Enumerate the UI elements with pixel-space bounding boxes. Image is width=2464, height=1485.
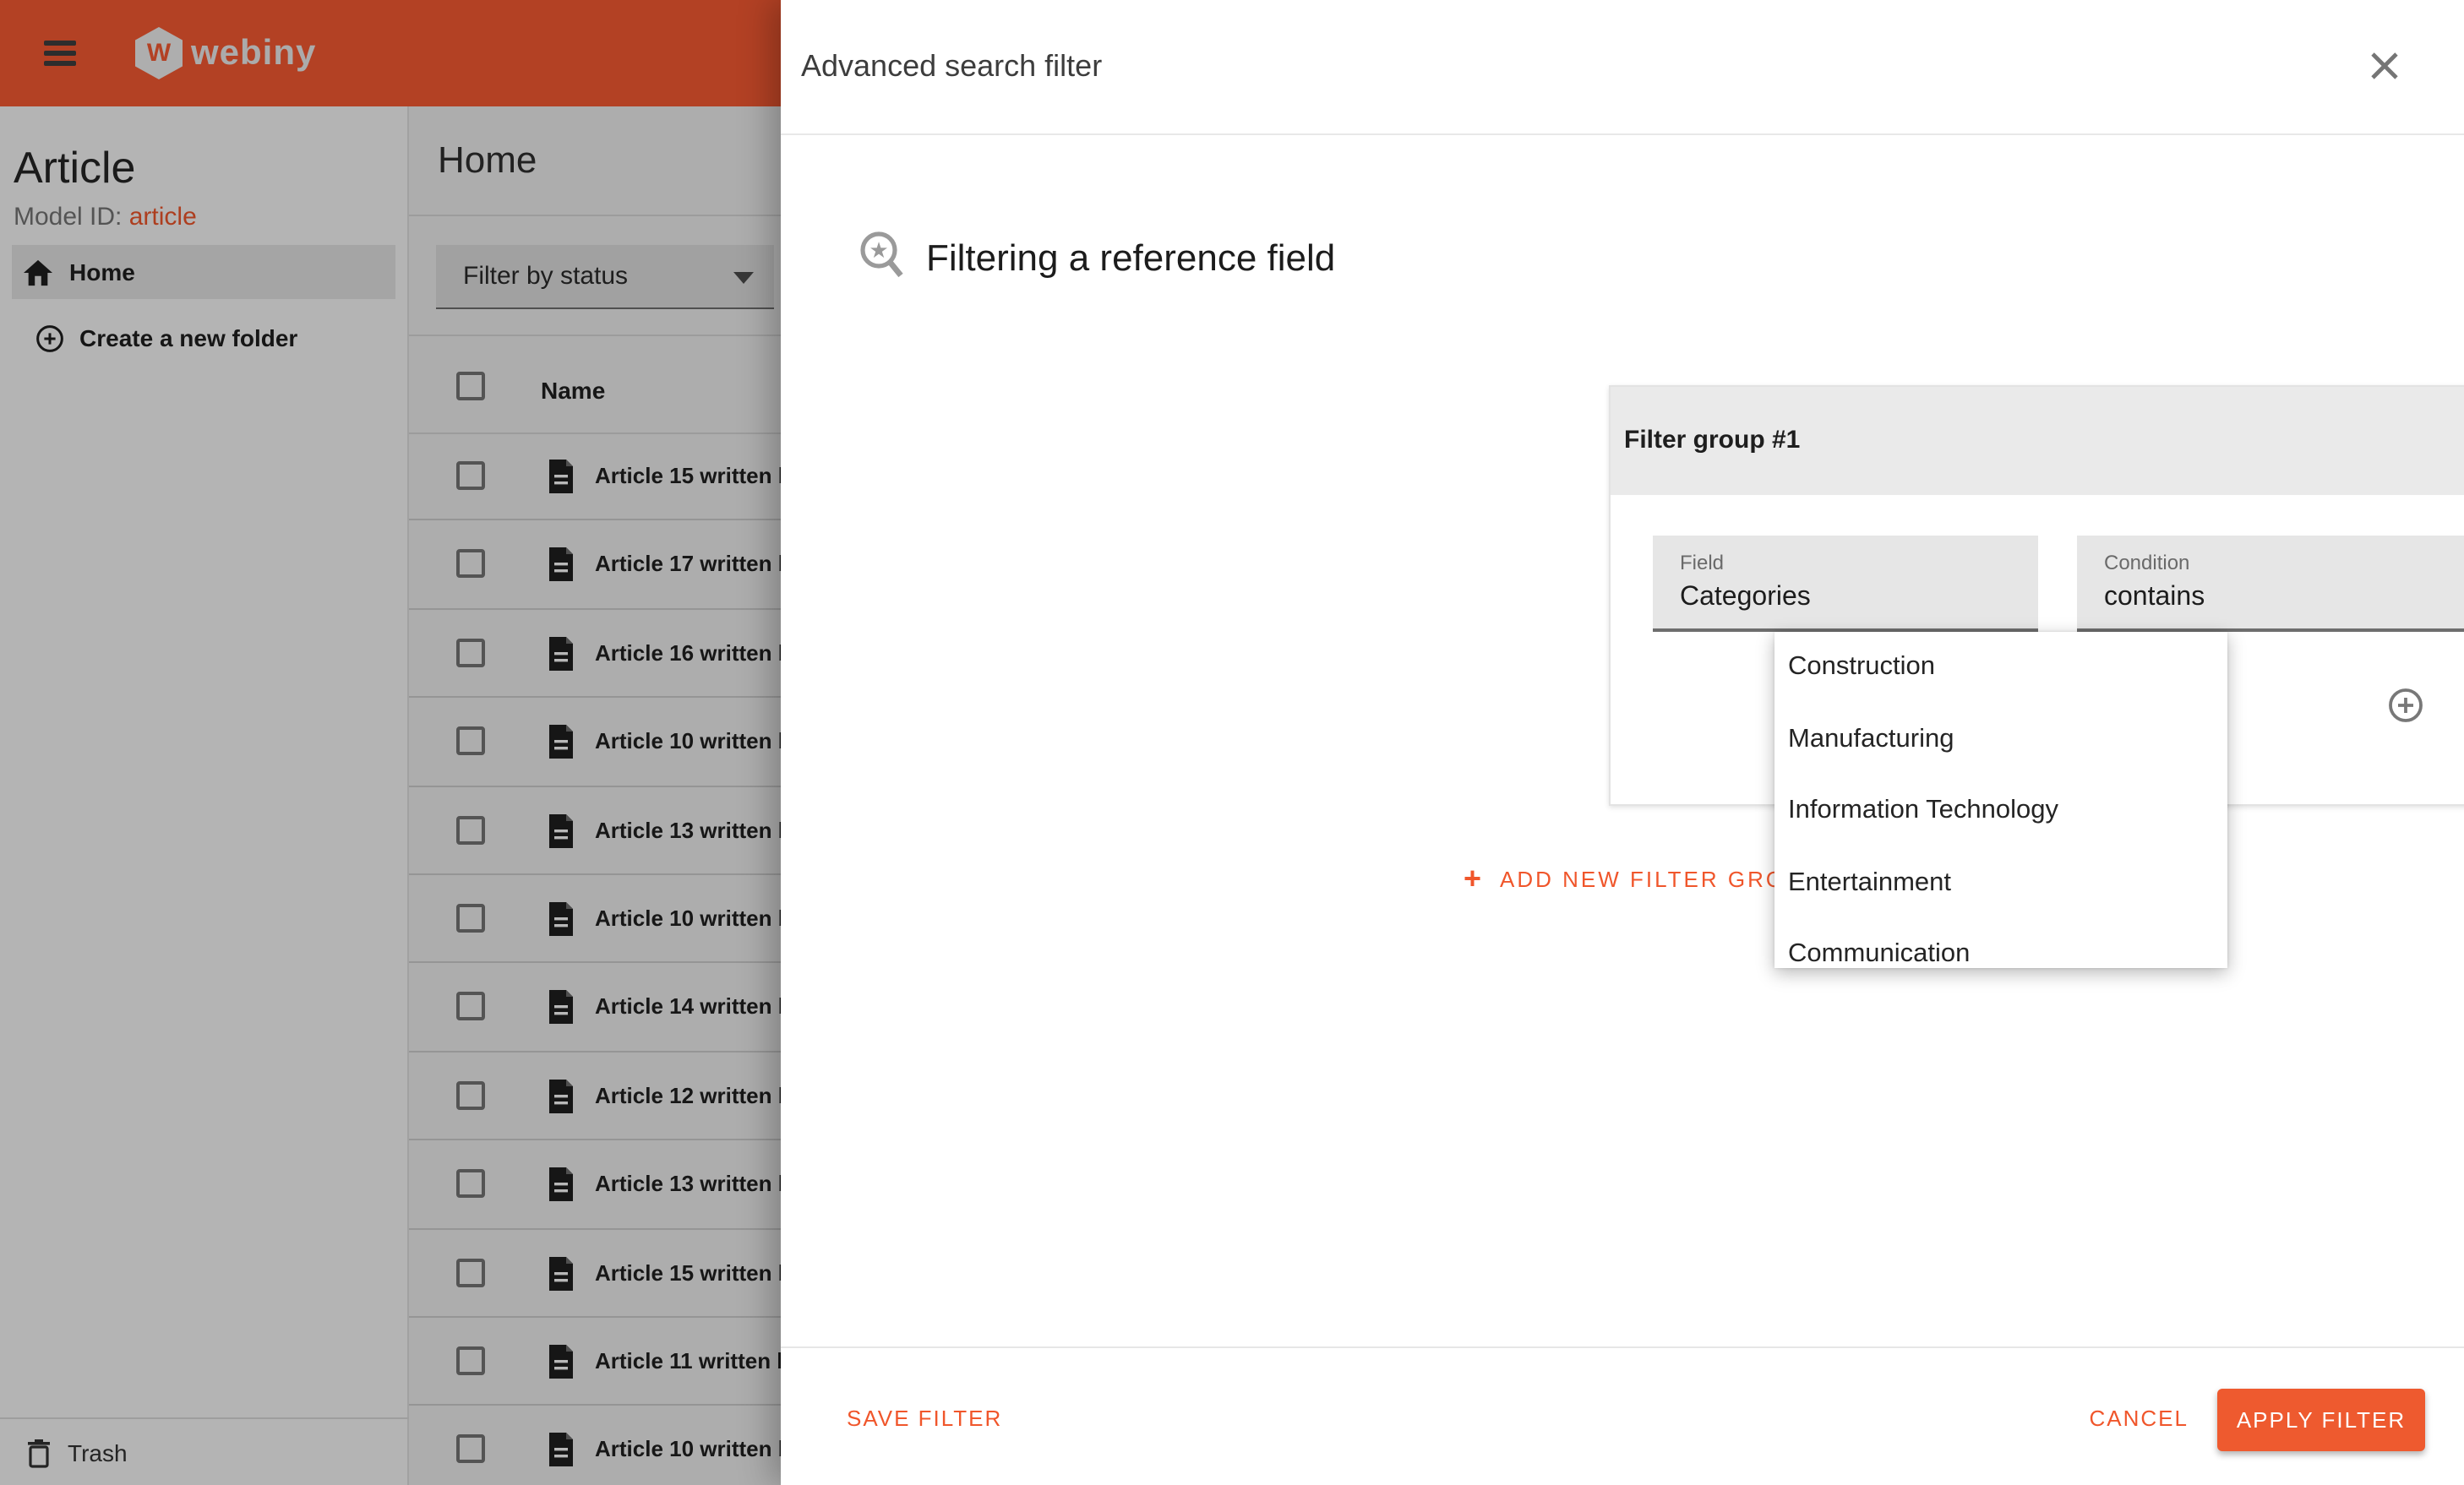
screen: W webiny Article Model ID: article Home … [0,0,2464,1485]
dropdown-option[interactable]: Construction [1774,632,2227,704]
close-icon[interactable] [2366,47,2403,84]
field-select[interactable]: Field Categories [1653,536,2038,632]
dropdown-option[interactable]: Communication [1774,919,2227,969]
dialog-footer: SAVE FILTER CANCEL APPLY FILTER [781,1346,2464,1485]
plus-icon: + [1464,861,1482,895]
field-value: Categories [1680,583,1811,612]
dialog-title: Advanced search filter [801,49,1103,83]
add-new-filter-group-button[interactable]: + ADD NEW FILTER GROUP [1464,858,1821,899]
dropdown-option[interactable]: Manufacturing [1774,704,2227,775]
condition-value: contains [2104,583,2205,612]
dropdown-option[interactable]: Information Technology [1774,775,2227,847]
save-filter-button[interactable]: SAVE FILTER [847,1406,1002,1431]
dialog-header: Advanced search filter [781,0,2464,135]
filter-group-header: Filter group #1 Match all conditions [1611,387,2464,495]
cancel-button[interactable]: CANCEL [2090,1406,2189,1431]
value-autocomplete-dropdown: Construction Manufacturing Information T… [1774,632,2227,968]
apply-filter-button[interactable]: APPLY FILTER [2217,1389,2425,1451]
add-condition-plus-icon[interactable] [2388,688,2423,723]
filter-group-title: Filter group #1 [1624,426,1801,454]
field-label: Field [1680,551,1725,574]
advanced-search-icon: ★ [860,231,903,278]
advanced-search-filter-dialog: Advanced search filter ★ Filtering a ref… [781,0,2464,1485]
dropdown-option[interactable]: Entertainment [1774,847,2227,919]
filter-name-title: Filtering a reference field [926,237,1336,279]
add-new-filter-group-label: ADD NEW FILTER GROUP [1500,866,1822,891]
svg-text:★: ★ [869,237,888,263]
condition-select[interactable]: Condition contains [2077,536,2464,632]
condition-label: Condition [2104,551,2190,574]
